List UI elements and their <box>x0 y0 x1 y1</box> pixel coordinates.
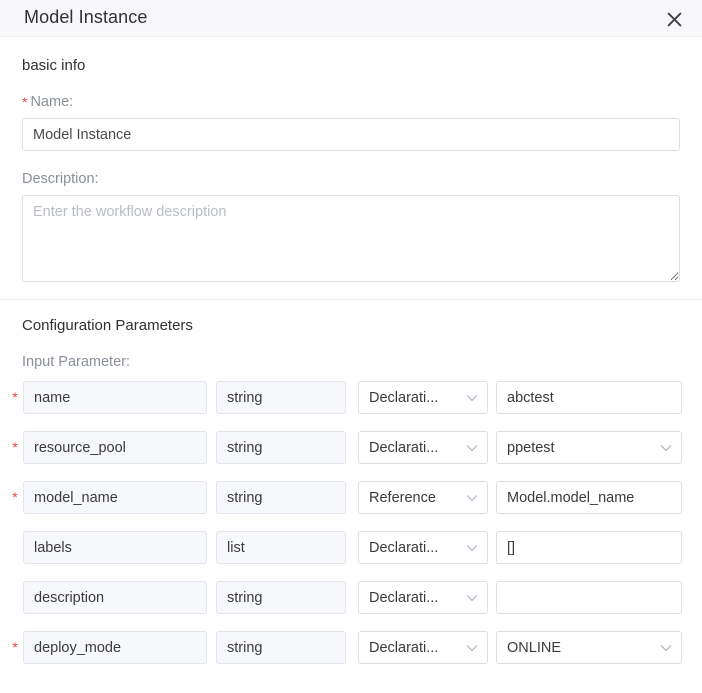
input-parameter-list: * name string Declarati... abctest * resource_… <box>0 378 702 678</box>
parameter-name-text: deploy_mode <box>34 639 122 656</box>
parameter-row: * model_name string Reference Model.model_na… <box>12 478 682 528</box>
chevron-down-icon <box>466 592 478 604</box>
parameter-type-field[interactable]: string <box>216 431 346 464</box>
configuration-parameters-heading: Configuration Parameters <box>22 317 193 334</box>
close-button[interactable] <box>662 7 686 31</box>
parameter-mode-text: Declarati... <box>369 589 439 606</box>
parameter-mode-text: Reference <box>369 489 436 506</box>
dialog-header: Model Instance <box>0 0 702 37</box>
parameter-value-field[interactable]: Model.model_name <box>496 481 682 514</box>
parameter-mode-select[interactable]: Declarati... <box>358 631 488 664</box>
chevron-down-icon <box>660 642 672 654</box>
close-icon <box>667 12 682 27</box>
parameter-type-text: string <box>227 639 263 656</box>
chevron-down-icon <box>466 542 478 554</box>
parameter-value-text: ONLINE <box>507 639 561 656</box>
parameter-value-field[interactable]: [] <box>496 531 682 564</box>
parameter-name-field[interactable]: resource_pool <box>23 431 207 464</box>
parameter-row: * name string Declarati... abctest <box>12 378 682 428</box>
parameter-name-text: labels <box>34 539 72 556</box>
parameter-name-text: model_name <box>34 489 118 506</box>
parameter-name-text: description <box>34 589 105 606</box>
parameter-value-text: abctest <box>507 389 554 406</box>
parameter-name-field[interactable]: labels <box>23 531 207 564</box>
parameter-type-field[interactable]: string <box>216 631 346 664</box>
parameter-mode-select[interactable]: Reference <box>358 481 488 514</box>
parameter-type-text: string <box>227 389 263 406</box>
parameter-row: description string Declarati... <box>22 578 682 628</box>
parameter-mode-text: Declarati... <box>369 389 439 406</box>
chevron-down-icon <box>466 392 478 404</box>
name-input[interactable] <box>22 118 680 151</box>
required-asterisk: * <box>12 439 18 455</box>
description-textarea[interactable] <box>22 195 680 282</box>
parameter-mode-select[interactable]: Declarati... <box>358 431 488 464</box>
configuration-parameters-section: Configuration Parameters Input Parameter… <box>0 300 702 371</box>
parameter-type-text: string <box>227 589 263 606</box>
parameter-name-text: resource_pool <box>34 439 126 456</box>
parameter-type-field[interactable]: string <box>216 581 346 614</box>
parameter-name-field[interactable]: name <box>23 381 207 414</box>
dialog-body: basic info *Name: Description: Configura… <box>0 37 702 678</box>
input-parameter-label: Input Parameter: <box>22 354 130 370</box>
parameter-row: * deploy_mode string Declarati... ONLINE <box>12 628 682 678</box>
chevron-down-icon <box>466 642 478 654</box>
required-asterisk: * <box>12 389 18 405</box>
parameter-name-text: name <box>34 389 71 406</box>
parameter-value-field[interactable]: abctest <box>496 381 682 414</box>
parameter-value-field[interactable]: ONLINE <box>496 631 682 664</box>
parameter-type-text: list <box>227 539 245 556</box>
page-title: Model Instance <box>24 7 148 27</box>
parameter-value-field[interactable]: ppetest <box>496 431 682 464</box>
parameter-value-text: [] <box>507 539 516 556</box>
basic-info-section: basic info *Name: Description: <box>0 37 702 282</box>
parameter-type-text: string <box>227 489 263 506</box>
parameter-value-text: Model.model_name <box>507 489 635 506</box>
parameter-type-field[interactable]: string <box>216 381 346 414</box>
parameter-mode-select[interactable]: Declarati... <box>358 531 488 564</box>
chevron-down-icon <box>660 442 672 454</box>
parameter-row: * resource_pool string Declarati... ppetest <box>12 428 682 478</box>
parameter-type-text: string <box>227 439 263 456</box>
required-asterisk: * <box>12 489 18 505</box>
parameter-mode-text: Declarati... <box>369 439 439 456</box>
required-asterisk: * <box>22 94 28 110</box>
parameter-name-field[interactable]: deploy_mode <box>23 631 207 664</box>
parameter-type-field[interactable]: string <box>216 481 346 514</box>
parameter-row: labels list Declarati... [] <box>22 528 682 578</box>
parameter-type-field[interactable]: list <box>216 531 346 564</box>
parameter-mode-text: Declarati... <box>369 539 439 556</box>
parameter-name-field[interactable]: description <box>23 581 207 614</box>
chevron-down-icon <box>466 442 478 454</box>
basic-info-heading: basic info <box>22 57 86 74</box>
parameter-value-text: ppetest <box>507 439 555 456</box>
description-field-label: Description: <box>22 171 99 187</box>
model-instance-dialog: Model Instance basic info *Name: Descrip… <box>0 0 702 693</box>
name-field-label: * Name: <box>22 93 680 111</box>
parameter-name-field[interactable]: model_name <box>23 481 207 514</box>
parameter-mode-select[interactable]: Declarati... <box>358 381 488 414</box>
chevron-down-icon <box>466 492 478 504</box>
parameter-mode-text: Declarati... <box>369 639 439 656</box>
required-asterisk: * <box>12 639 18 655</box>
name-label-text: Name: <box>30 94 74 110</box>
parameter-value-field[interactable] <box>496 581 682 614</box>
parameter-mode-select[interactable]: Declarati... <box>358 581 488 614</box>
